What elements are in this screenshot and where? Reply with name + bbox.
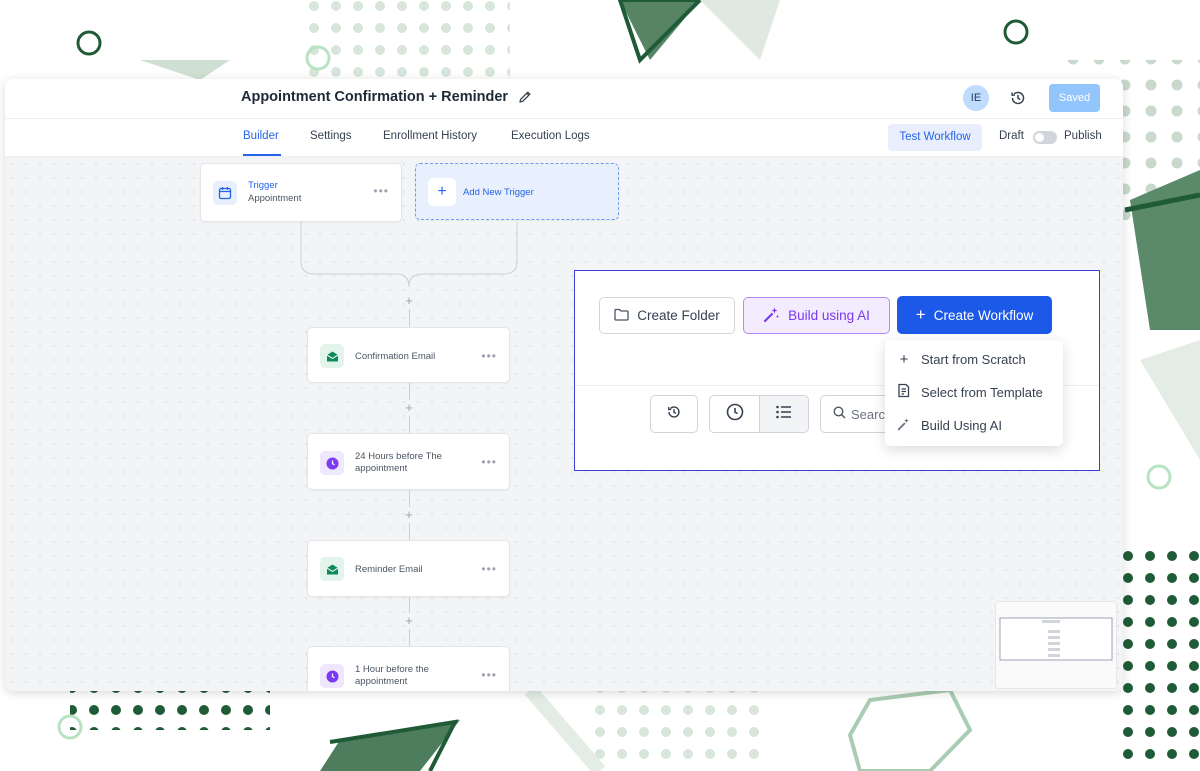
add-step-plus-icon[interactable]: +	[403, 293, 415, 308]
history-filter-button[interactable]	[650, 395, 698, 433]
step-node[interactable]: Reminder Email •••	[307, 540, 510, 597]
step-node[interactable]: 24 Hours before The appointment •••	[307, 433, 510, 490]
build-using-ai-item[interactable]: Build Using AI	[897, 415, 1002, 435]
step-more-icon[interactable]: •••	[481, 668, 497, 682]
select-from-template-item[interactable]: Select from Template	[897, 382, 1043, 402]
create-workflow-button[interactable]: + Create Workflow	[897, 296, 1052, 334]
connector-line	[409, 383, 410, 400]
add-step-plus-icon[interactable]: +	[403, 613, 415, 628]
clock-icon	[320, 664, 344, 688]
step-more-icon[interactable]: •••	[481, 562, 497, 576]
minimap-preview	[999, 617, 1113, 661]
step-node[interactable]: Confirmation Email •••	[307, 327, 510, 383]
build-using-ai-button[interactable]: Build using AI	[743, 297, 890, 334]
plus-icon: +	[899, 350, 909, 368]
plus-icon: +	[915, 305, 926, 324]
create-folder-button[interactable]: Create Folder	[599, 297, 735, 334]
sparkle-icon	[763, 306, 780, 326]
connector-line	[409, 309, 410, 327]
trigger-more-icon[interactable]: •••	[373, 184, 389, 198]
add-step-plus-icon[interactable]: +	[403, 507, 415, 522]
step-label: Reminder Email	[355, 564, 423, 575]
trigger-subtitle: Appointment	[248, 193, 302, 204]
step-more-icon[interactable]: •••	[481, 455, 497, 469]
folder-icon	[614, 308, 629, 324]
sparkle-icon	[897, 417, 911, 434]
step-label: 1 Hour before the appointment	[355, 664, 429, 687]
build-ai-label: Build using AI	[788, 308, 870, 323]
dropdown-item-label: Select from Template	[921, 384, 1043, 400]
connector-line	[409, 416, 410, 433]
step-node[interactable]: 1 Hour before the appointment •••	[307, 646, 510, 691]
search-icon	[833, 406, 846, 422]
email-icon	[320, 344, 344, 368]
clock-icon	[726, 403, 744, 426]
dropdown-item-label: Build Using AI	[921, 417, 1002, 433]
canvas-minimap[interactable]	[995, 601, 1117, 689]
start-from-scratch-item[interactable]: + Start from Scratch	[897, 349, 1026, 369]
trigger-node[interactable]: Trigger Appointment •••	[200, 163, 402, 222]
add-trigger-label: Add New Trigger	[463, 187, 534, 198]
dropdown-item-label: Start from Scratch	[921, 351, 1026, 367]
create-folder-label: Create Folder	[637, 308, 720, 323]
create-workflow-label: Create Workflow	[933, 307, 1034, 323]
list-icon	[775, 404, 793, 425]
create-workflow-dropdown: + Start from Scratch Select from Templat…	[885, 340, 1063, 446]
recent-view-button[interactable]	[709, 395, 760, 433]
step-more-icon[interactable]: •••	[481, 349, 497, 363]
list-view-button[interactable]	[759, 395, 809, 433]
add-new-trigger-button[interactable]: + Add New Trigger	[415, 163, 619, 220]
connector-line	[409, 490, 410, 507]
connector-line	[409, 629, 410, 646]
history-icon	[665, 403, 683, 426]
add-step-plus-icon[interactable]: +	[403, 400, 415, 415]
connector-line	[409, 523, 410, 540]
connector-line	[409, 597, 410, 613]
calendar-icon	[213, 181, 237, 205]
email-icon	[320, 557, 344, 581]
template-icon	[897, 383, 911, 401]
clock-icon	[320, 451, 344, 475]
step-label: Confirmation Email	[355, 351, 436, 362]
trigger-title: Trigger	[248, 180, 278, 191]
step-label: 24 Hours before The appointment	[355, 451, 442, 474]
plus-icon: +	[428, 178, 456, 206]
